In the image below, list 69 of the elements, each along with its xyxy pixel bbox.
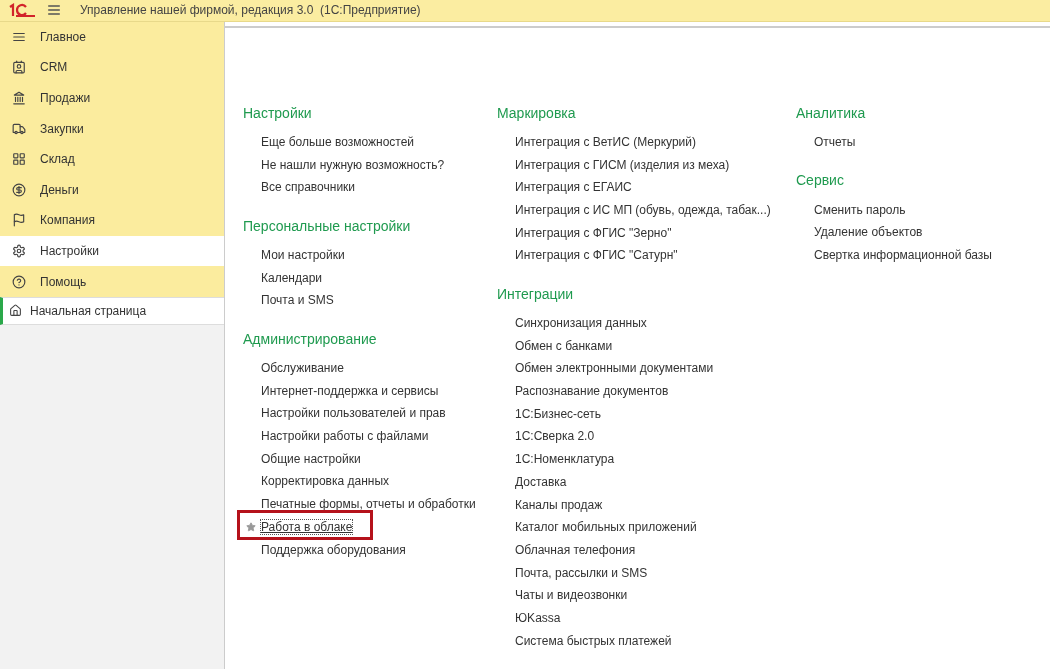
settings-link[interactable]: Доставка (515, 474, 567, 489)
settings-link[interactable]: Поддержка оборудования (261, 542, 406, 557)
settings-link[interactable]: Интеграция с ГИСМ (изделия из меха) (515, 157, 730, 172)
sidebar-item[interactable]: Склад (0, 143, 224, 175)
section-heading: Настройки (243, 103, 313, 123)
section-heading: Администрирование (243, 329, 378, 349)
coin-icon (12, 182, 26, 197)
section-heading: Интеграции (497, 284, 575, 304)
settings-link[interactable]: Отчеты (814, 134, 856, 149)
settings-link[interactable]: Интеграция с ФГИС "Сатурн" (515, 248, 678, 263)
settings-link[interactable]: Настройки работы с файлами (261, 429, 429, 444)
settings-link[interactable]: 1С:Бизнес-сеть (515, 406, 602, 421)
settings-link[interactable]: Интернет-поддержка и сервисы (261, 383, 439, 398)
home-icon (9, 304, 22, 318)
settings-link[interactable]: Настройки пользователей и прав (261, 406, 446, 421)
sidebar-item[interactable]: Настройки (0, 235, 224, 267)
sidebar-item[interactable]: Продажи (0, 82, 224, 114)
sidebar-item[interactable]: Деньги (0, 174, 224, 206)
help-icon (12, 274, 26, 289)
settings-link[interactable]: Календари (261, 270, 323, 285)
logo-icon (8, 3, 36, 18)
settings-link[interactable]: ЮKassa (515, 610, 561, 625)
settings-link[interactable]: Каталог мобильных приложений (515, 520, 697, 535)
settings-link[interactable]: Система быстрых платежей (515, 633, 672, 648)
settings-link[interactable]: Интеграция с ИС МП (обувь, одежда, табак...) (515, 202, 771, 217)
settings-link[interactable]: Корректировка данных (261, 474, 390, 489)
settings-link[interactable]: Обслуживание (261, 361, 344, 376)
settings-link[interactable]: Каналы продаж (515, 497, 603, 512)
settings-link[interactable]: Удаление объектов (814, 225, 923, 240)
settings-link[interactable]: Мои настройки (261, 247, 345, 262)
settings-link[interactable]: Не нашли нужную возможность? (261, 157, 445, 172)
settings-link[interactable]: Свертка информационной базы (814, 247, 992, 262)
sidebar-item[interactable]: Помощь (0, 266, 224, 297)
settings-link[interactable]: 1С:Номенклатура (515, 452, 615, 467)
settings-link[interactable]: Работа в облаке (261, 519, 353, 534)
settings-link[interactable]: Еще больше возможностей (261, 134, 415, 149)
section-heading: Маркировка (497, 103, 577, 123)
section-heading: Персональные настройки (243, 216, 412, 236)
contact-card-icon (12, 60, 26, 75)
settings-link[interactable]: Интеграция с ЕГАИС (515, 180, 632, 195)
settings-link[interactable]: Обмен электронными документами (515, 361, 714, 376)
section-heading: Аналитика (796, 103, 867, 123)
settings-link[interactable]: Все справочники (261, 180, 356, 195)
sidebar-item[interactable]: CRM (0, 52, 224, 83)
settings-link[interactable]: Синхронизация данных (515, 316, 647, 331)
star-icon[interactable] (246, 521, 256, 532)
sidebar-item[interactable]: Компания (0, 205, 224, 236)
settings-link[interactable]: Общие настройки (261, 451, 361, 466)
settings-link[interactable]: Облачная телефония (515, 542, 636, 557)
grid-icon (12, 152, 26, 167)
sidebar-item[interactable]: Главное (0, 21, 224, 53)
section-heading: Сервис (796, 171, 845, 191)
settings-link[interactable]: Почта и SMS (261, 293, 334, 308)
settings-icon (12, 244, 26, 258)
bank-icon (12, 91, 26, 106)
window-title: Управление нашей фирмой, редакция 3.0 (1С:Предприятие) (80, 3, 421, 18)
truck-icon (12, 121, 26, 136)
sidebar-item[interactable]: Закупки (0, 113, 224, 144)
settings-link[interactable]: Распознавание документов (515, 384, 669, 399)
open-page-tab[interactable]: Начальная страница (0, 296, 224, 325)
settings-link[interactable]: Печатные формы, отчеты и обработки (261, 497, 476, 512)
settings-link[interactable]: 1С:Сверка 2.0 (515, 429, 595, 444)
flag-icon (12, 213, 26, 228)
settings-link[interactable]: Обмен с банками (515, 338, 613, 353)
settings-link[interactable]: Интеграция с ВетИС (Меркурий) (515, 134, 696, 149)
settings-link[interactable]: Чаты и видеозвонки (515, 588, 628, 603)
settings-link[interactable]: Интеграция с ФГИС "Зерно" (515, 225, 672, 240)
settings-link[interactable]: Почта, рассылки и SMS (515, 565, 648, 580)
settings-link[interactable]: Сменить пароль (814, 202, 906, 217)
